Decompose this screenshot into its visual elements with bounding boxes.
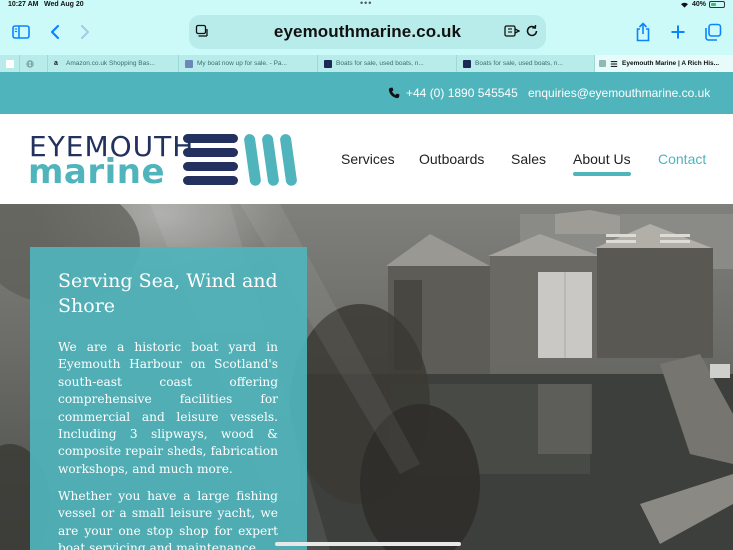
hero-paragraph-1: We are a historic boat yard in Eyemouth … bbox=[58, 340, 278, 476]
back-icon[interactable] bbox=[43, 21, 67, 43]
tab-6-active[interactable]: Eyemouth Marine | A Rich His... bbox=[595, 55, 733, 72]
browser-toolbar: eyemouthmarine.co.uk bbox=[0, 12, 733, 54]
reload-icon[interactable] bbox=[525, 24, 539, 38]
nav-services[interactable]: Services bbox=[341, 151, 395, 167]
tab-2[interactable]: a Amazon.co.uk Shopping Bas... bbox=[48, 55, 179, 72]
phone-link[interactable]: +44 (0) 1890 545545 bbox=[388, 86, 518, 100]
hero-text-panel: Serving Sea, Wind and Shore We are a his… bbox=[30, 247, 307, 550]
page-icon bbox=[6, 59, 14, 68]
new-tab-icon[interactable] bbox=[666, 21, 690, 43]
battery-percent: 40% bbox=[691, 1, 706, 8]
phone-icon bbox=[388, 87, 400, 99]
email-link[interactable]: enquiries@eyemouthmarine.co.uk bbox=[528, 86, 710, 100]
nav-about-us[interactable]: About Us bbox=[573, 151, 631, 176]
status-right: 40% bbox=[680, 1, 725, 8]
tab-bar: a Amazon.co.uk Shopping Bas... My boat n… bbox=[0, 55, 733, 72]
sidebar-icon[interactable] bbox=[9, 21, 33, 43]
tab-3-label: My boat now up for sale. - Pa... bbox=[197, 60, 287, 67]
tab-4[interactable]: Boats for sale, used boats, n... bbox=[318, 55, 457, 72]
address-domain: eyemouthmarine.co.uk bbox=[273, 22, 462, 41]
tab-5-label: Boats for sale, used boats, n... bbox=[475, 60, 563, 67]
tab-2-label: Amazon.co.uk Shopping Bas... bbox=[66, 60, 155, 67]
tab-4-label: Boats for sale, used boats, n... bbox=[336, 60, 424, 67]
address-bar[interactable]: eyemouthmarine.co.uk bbox=[189, 15, 546, 49]
status-bar: 10:27 AM Wed Aug 20 ••• 40% bbox=[0, 0, 733, 12]
share-icon[interactable] bbox=[631, 21, 655, 43]
hero-title: Serving Sea, Wind and Shore bbox=[58, 270, 278, 317]
hero-section: Serving Sea, Wind and Shore We are a his… bbox=[0, 204, 733, 550]
logo-text-marine: marine bbox=[28, 152, 166, 192]
phone-number: +44 (0) 1890 545545 bbox=[406, 86, 518, 100]
home-indicator[interactable] bbox=[275, 542, 461, 546]
status-date: Wed Aug 20 bbox=[44, 1, 84, 8]
tab-1[interactable] bbox=[20, 55, 48, 72]
logo-wave-mark-icon bbox=[183, 134, 297, 186]
boats-icon bbox=[463, 59, 471, 68]
boats-icon bbox=[324, 59, 332, 68]
tab-5[interactable]: Boats for sale, used boats, n... bbox=[457, 55, 595, 72]
multitasking-dots-icon[interactable]: ••• bbox=[360, 0, 372, 8]
menu-icon bbox=[610, 60, 618, 67]
amazon-icon: a bbox=[54, 59, 58, 67]
contact-band: +44 (0) 1890 545545 enquiries@eyemouthma… bbox=[0, 72, 733, 114]
forum-icon bbox=[185, 59, 193, 68]
status-time: 10:27 AM bbox=[8, 1, 39, 8]
battery-icon bbox=[709, 1, 725, 8]
forward-icon[interactable] bbox=[73, 21, 97, 43]
reader-extension-icon[interactable] bbox=[504, 24, 520, 38]
nav-contact[interactable]: Contact bbox=[658, 151, 706, 167]
tab-3[interactable]: My boat now up for sale. - Pa... bbox=[179, 55, 318, 72]
hero-paragraph-2: Whether you have a large fishing vessel … bbox=[58, 489, 278, 550]
tab-overview-icon[interactable] bbox=[701, 21, 725, 43]
close-tab-icon[interactable] bbox=[599, 60, 606, 67]
tab-0[interactable] bbox=[0, 55, 20, 72]
site-header: EYEMOUTH marine Services Outboards Sales… bbox=[0, 114, 733, 204]
tab-6-label: Eyemouth Marine | A Rich His... bbox=[622, 60, 720, 67]
nav-sales[interactable]: Sales bbox=[511, 151, 546, 167]
nav-outboards[interactable]: Outboards bbox=[419, 151, 484, 167]
wifi-icon bbox=[680, 2, 688, 8]
globe-icon bbox=[26, 59, 34, 68]
